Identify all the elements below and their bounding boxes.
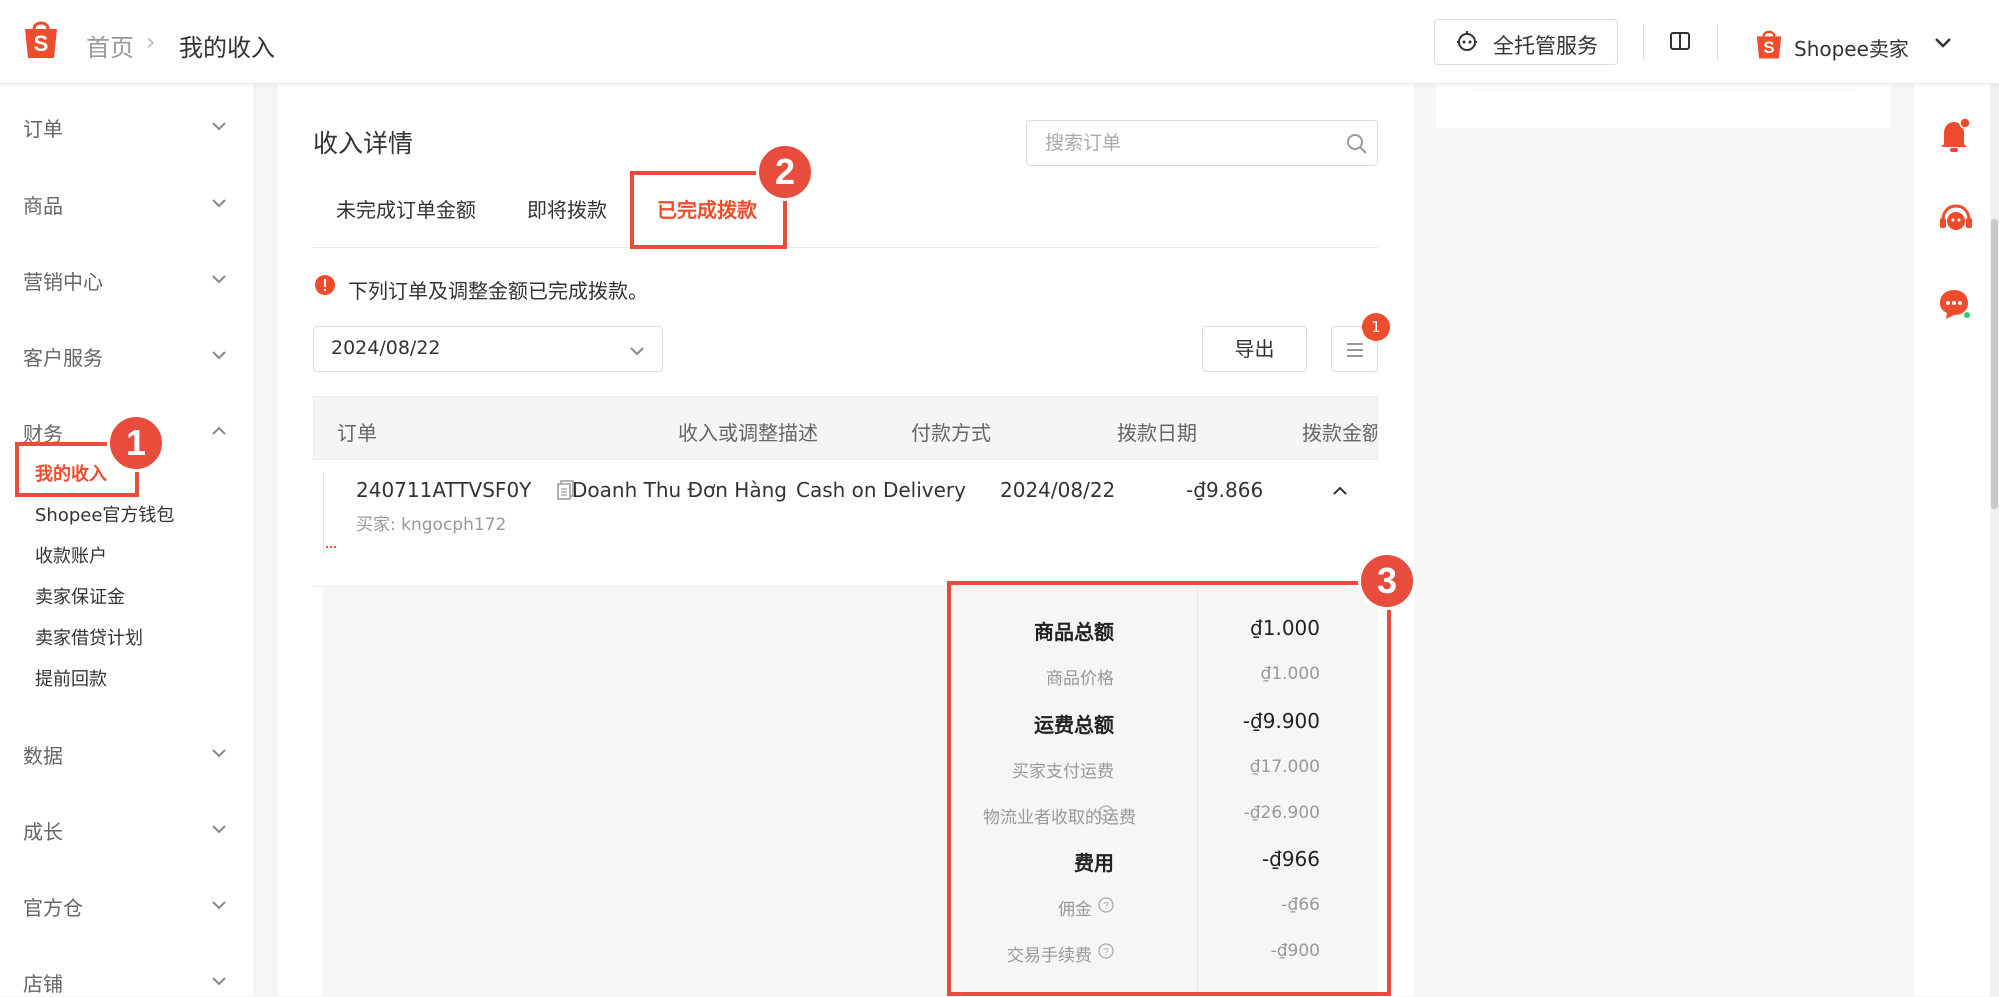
column-header-description: 收入或调整描述 xyxy=(678,421,818,445)
table-row[interactable]: 240711ATTVSF0Y 买家: kngocph172 Doanh Thu … xyxy=(313,460,1378,587)
managed-service-label: 全托管服务 xyxy=(1493,34,1598,58)
shop-avatar-icon[interactable]: S xyxy=(1754,28,1784,64)
payout-amount: -₫9.866 xyxy=(1186,478,1264,502)
order-id[interactable]: 240711ATTVSF0Y xyxy=(356,478,531,502)
sidebar-subitem-early-payout[interactable]: 提前回款 xyxy=(35,665,107,691)
tabs-divider xyxy=(313,247,1378,248)
column-header-order: 订单 xyxy=(337,421,377,445)
list-icon xyxy=(1345,340,1365,364)
sidebar-subitem-deposit[interactable]: 卖家保证金 xyxy=(35,583,125,609)
column-header-date: 拨款日期 xyxy=(1117,421,1197,445)
tab-unfinished-orders[interactable]: 未完成订单金额 xyxy=(336,194,476,223)
product-thumbnail xyxy=(323,472,337,554)
scrollbar-thumb[interactable] xyxy=(1991,219,1998,509)
tab-upcoming-payout[interactable]: 即将拨款 xyxy=(527,194,607,223)
breadcrumb-current: 我的收入 xyxy=(179,34,275,62)
income-description: Doanh Thu Đơn Hàng xyxy=(572,478,787,502)
svg-text:S: S xyxy=(1763,38,1774,57)
sidebar-item-warehouse[interactable]: 官方仓 xyxy=(23,892,83,921)
info-icon xyxy=(314,274,336,300)
chevron-down-icon[interactable] xyxy=(209,193,229,217)
robot-icon xyxy=(1455,30,1479,58)
header-divider xyxy=(1643,24,1644,60)
sidebar-item-customer-service[interactable]: 客户服务 xyxy=(23,342,103,371)
right-tool-rail xyxy=(1914,84,1994,996)
chevron-down-icon xyxy=(627,341,647,365)
annotation-number-2: 2 xyxy=(756,143,814,201)
sidebar-item-shop[interactable]: 店铺 xyxy=(23,968,63,997)
sidebar-item-marketing[interactable]: 营销中心 xyxy=(23,266,103,295)
buyer-name: 买家: kngocph172 xyxy=(356,515,507,535)
sidebar-subitem-wallet[interactable]: Shopee官方钱包 xyxy=(35,501,174,527)
sidebar: 订单 商品 营销中心 客户服务 财务 我的收入 Shopee官方钱包 收款账户 … xyxy=(0,84,255,996)
table-header: 订单 收入或调整描述 付款方式 拨款日期 拨款金额 xyxy=(313,396,1378,460)
payment-method: Cash on Delivery xyxy=(796,478,966,502)
column-header-amount: 拨款金额 xyxy=(1302,421,1378,445)
chevron-down-icon[interactable] xyxy=(209,819,229,843)
sidebar-subitem-loan[interactable]: 卖家借贷计划 xyxy=(35,624,143,650)
scrollbar[interactable] xyxy=(1990,84,1999,996)
sidebar-item-orders[interactable]: 订单 xyxy=(23,113,63,142)
date-selector[interactable]: 2024/08/22 xyxy=(313,326,663,372)
svg-text:S: S xyxy=(34,31,49,56)
managed-service-button[interactable]: 全托管服务 xyxy=(1434,19,1618,65)
chevron-down-icon[interactable] xyxy=(209,345,229,369)
sidebar-item-products[interactable]: 商品 xyxy=(23,190,63,219)
breadcrumb-separator: › xyxy=(146,28,156,56)
info-message: 下列订单及调整金额已完成拨款。 xyxy=(348,279,648,303)
chevron-down-icon[interactable] xyxy=(209,743,229,767)
header-divider xyxy=(1717,24,1718,60)
column-header-payment: 付款方式 xyxy=(911,421,991,445)
chevron-down-icon[interactable] xyxy=(1932,32,1954,58)
annotation-number-3: 3 xyxy=(1358,552,1416,610)
bell-icon[interactable] xyxy=(1936,116,1972,160)
chevron-up-icon[interactable] xyxy=(209,421,229,445)
annotation-number-1: 1 xyxy=(107,414,165,472)
date-value: 2024/08/22 xyxy=(331,337,441,359)
summary-card xyxy=(1436,84,1891,128)
top-bar: S 首页 › 我的收入 全托管服务 S Shopee卖家 xyxy=(0,0,1999,84)
customer-support-icon[interactable] xyxy=(1936,200,1976,244)
book-icon[interactable] xyxy=(1668,29,1692,57)
chat-icon[interactable] xyxy=(1936,286,1972,326)
filter-count-badge: 1 xyxy=(1362,313,1390,341)
chevron-down-icon[interactable] xyxy=(209,269,229,293)
search-order-box[interactable] xyxy=(1026,120,1378,166)
search-icon[interactable] xyxy=(1345,132,1369,160)
sidebar-item-growth[interactable]: 成长 xyxy=(23,816,63,845)
search-input[interactable] xyxy=(1043,129,1333,157)
payout-date: 2024/08/22 xyxy=(1000,478,1116,502)
chevron-down-icon[interactable] xyxy=(209,116,229,140)
chevron-down-icon[interactable] xyxy=(209,971,229,995)
chevron-up-icon[interactable] xyxy=(1331,482,1349,504)
page-title: 收入详情 xyxy=(313,129,414,158)
chevron-down-icon[interactable] xyxy=(209,895,229,919)
annotation-box-3 xyxy=(947,581,1391,996)
export-button[interactable]: 导出 xyxy=(1202,326,1307,372)
breadcrumb-home[interactable]: 首页 xyxy=(86,28,134,63)
shop-name[interactable]: Shopee卖家 xyxy=(1794,33,1909,62)
sidebar-subitem-bank-account[interactable]: 收款账户 xyxy=(35,542,107,568)
shopee-logo-icon[interactable]: S xyxy=(22,18,60,60)
sidebar-item-data[interactable]: 数据 xyxy=(23,740,63,769)
